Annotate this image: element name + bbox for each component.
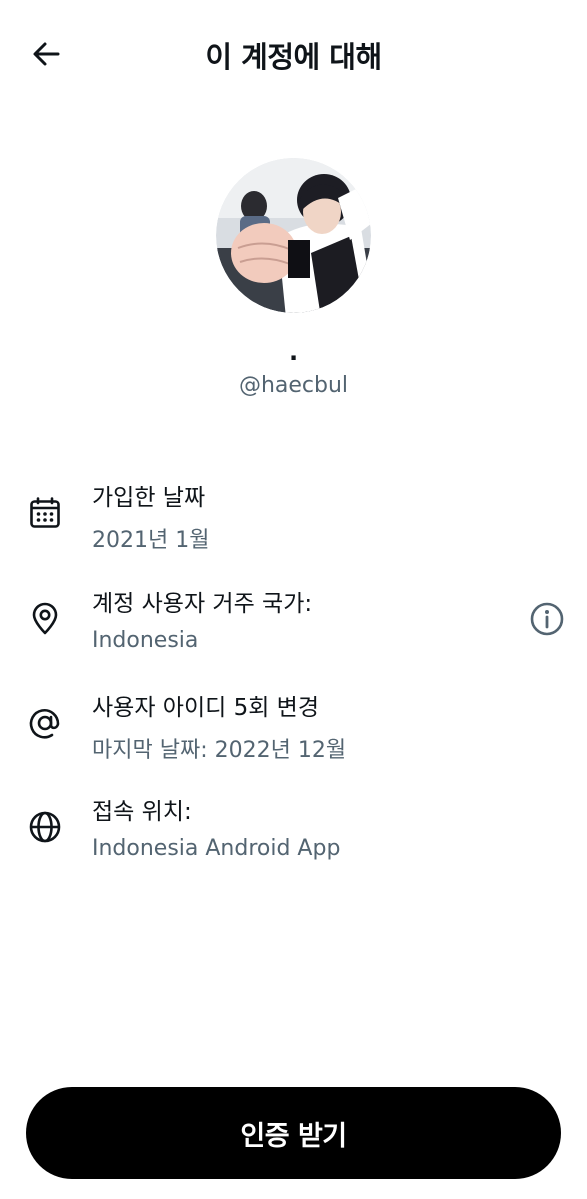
avatar[interactable] xyxy=(216,158,371,313)
info-row-country: 계정 사용자 거주 국가: Indonesia xyxy=(0,584,587,674)
info-title: 가입한 날짜 xyxy=(92,485,206,511)
info-value: Indonesia xyxy=(92,628,199,653)
top-app-bar: 이 계정에 대해 xyxy=(0,0,587,106)
info-title: 접속 위치: xyxy=(92,799,192,825)
handle: @haecbul xyxy=(238,373,349,398)
get-verified-label: 인증 받기 xyxy=(240,1120,347,1152)
globe-icon xyxy=(28,810,62,844)
country-info-button[interactable] xyxy=(527,599,567,639)
info-title: 계정 사용자 거주 국가: xyxy=(92,591,313,617)
profile-photo xyxy=(216,158,371,313)
info-circle-icon xyxy=(530,602,564,636)
page-title: 이 계정에 대해 xyxy=(205,40,382,74)
calendar-icon xyxy=(28,496,62,530)
info-title: 사용자 아이디 5회 변경 xyxy=(92,695,320,721)
info-row-username-changes: 사용자 아이디 5회 변경 마지막 날짜: 2022년 12월 xyxy=(0,688,587,778)
info-row-connected-via: 접속 위치: Indonesia Android App xyxy=(0,792,587,882)
info-value: 2021년 1월 xyxy=(92,528,210,553)
location-pin-icon xyxy=(28,602,62,636)
info-value: Indonesia Android App xyxy=(92,836,341,861)
get-verified-button[interactable]: 인증 받기 xyxy=(26,1087,561,1179)
display-name: · xyxy=(288,344,299,372)
at-sign-icon xyxy=(28,706,62,740)
info-row-joined-date: 가입한 날짜 2021년 1월 xyxy=(0,478,587,568)
info-value: 마지막 날짜: 2022년 12월 xyxy=(92,738,347,763)
